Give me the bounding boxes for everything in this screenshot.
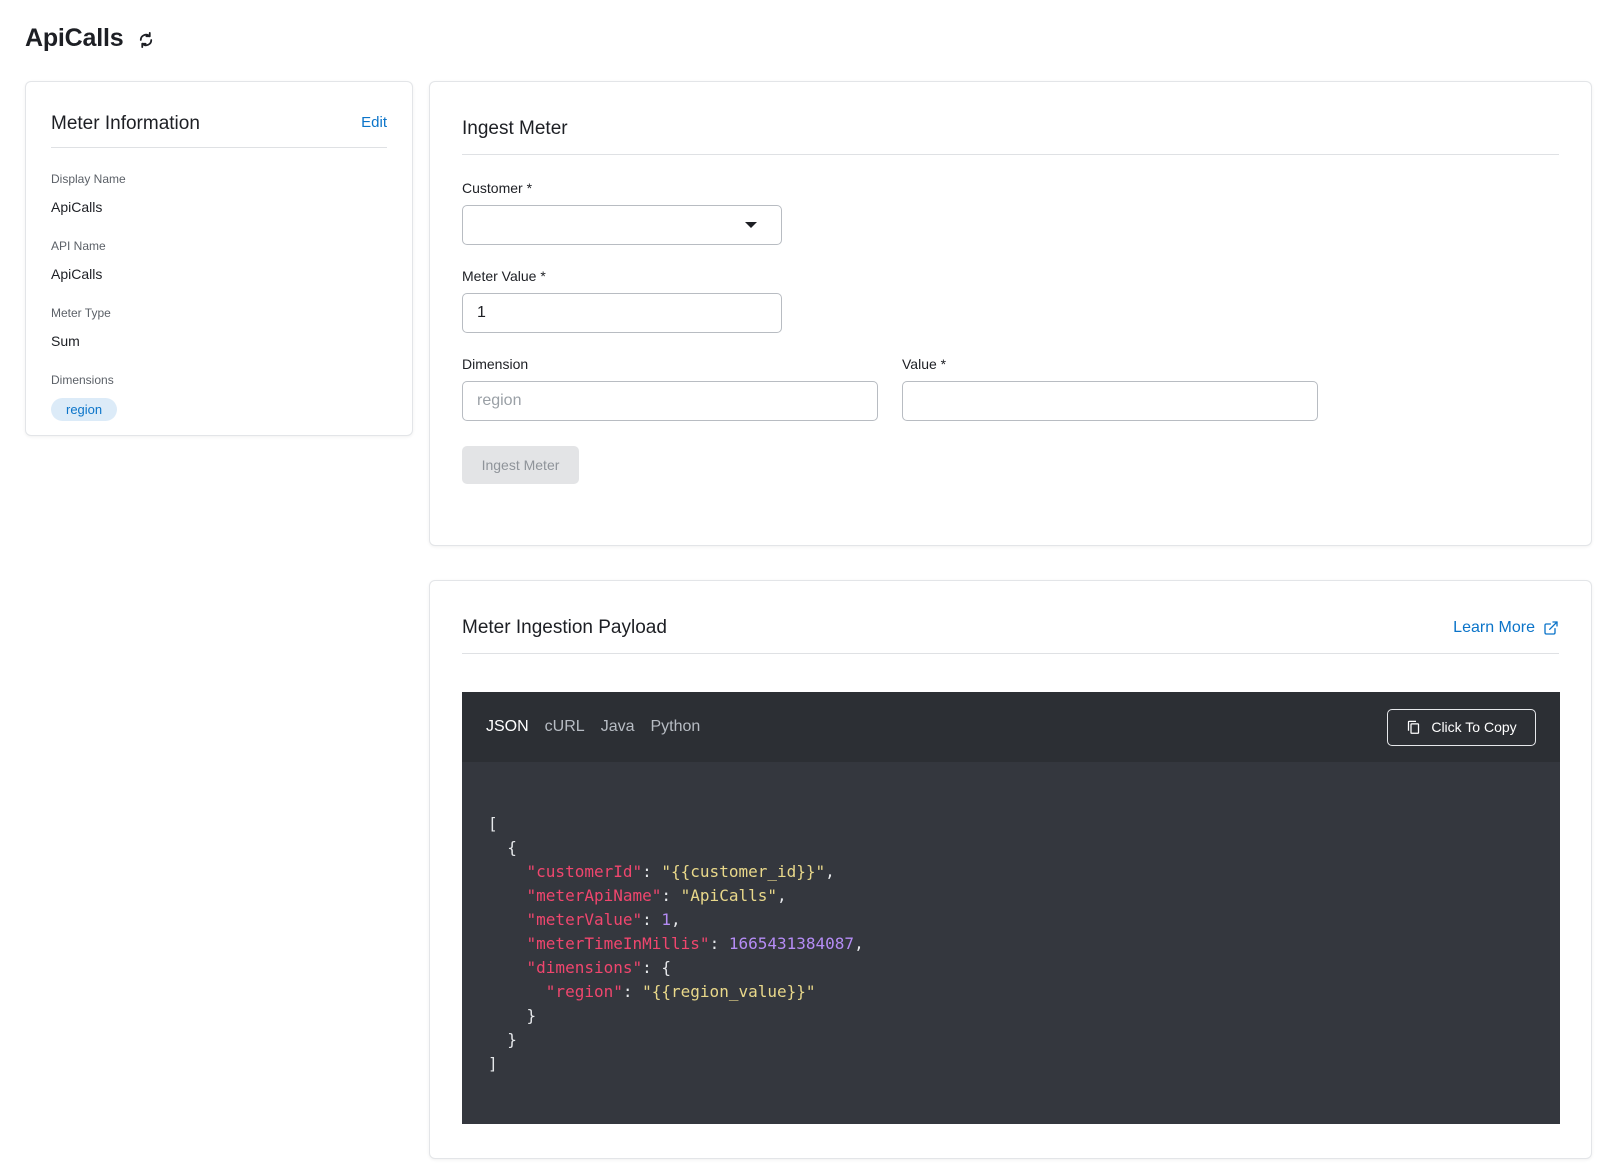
tab-python[interactable]: Python (650, 718, 700, 736)
code-val-meterapiname: "ApiCalls" (680, 886, 777, 905)
dimension-label: Dimension (462, 356, 529, 372)
code-val-metervalue: 1 (661, 910, 672, 929)
meter-value-form-group: Meter Value * 1 (462, 268, 782, 333)
display-name-label: Display Name (51, 172, 126, 186)
copy-icon (1408, 720, 1420, 734)
caret-down-icon (745, 222, 757, 228)
display-name-value: ApiCalls (51, 199, 103, 215)
dimensions-label: Dimensions (51, 373, 114, 387)
code-panel: JSON cURL Java Python Click To Copy [ { … (462, 692, 1560, 1124)
meter-value-label: Meter Value * (462, 268, 546, 284)
ingest-meter-button[interactable]: Ingest Meter (462, 446, 579, 484)
value-form-group: Value * (902, 356, 1318, 421)
api-name-field: API Name ApiCalls (51, 239, 387, 282)
customer-form-group: Customer * (462, 180, 782, 245)
meter-information-card: Meter Information Edit Display Name ApiC… (25, 81, 413, 436)
dimension-input-placeholder: region (477, 392, 522, 409)
meter-information-title: Meter Information (51, 113, 200, 134)
customer-select[interactable] (462, 205, 782, 245)
learn-more-label: Learn More (1453, 619, 1535, 636)
meter-ingestion-payload-card: Meter Ingestion Payload Learn More JSON … (429, 580, 1592, 1159)
meter-value-input-text: 1 (477, 304, 486, 321)
dimension-input[interactable]: region (462, 381, 878, 421)
api-name-value: ApiCalls (51, 266, 103, 282)
refresh-icon[interactable] (135, 29, 157, 51)
dimension-form-group: Dimension region (462, 356, 878, 421)
payload-title: Meter Ingestion Payload (462, 617, 667, 638)
code-val-region: "{{region_value}}" (642, 982, 816, 1001)
value-label: Value * (902, 356, 947, 372)
api-name-label: API Name (51, 239, 106, 253)
code-key-dimensions: "dimensions" (526, 958, 643, 977)
code-tabs: JSON cURL Java Python Click To Copy (462, 692, 1560, 762)
copy-button-label: Click To Copy (1431, 719, 1517, 735)
code-val-customerid: "{{customer_id}}" (661, 862, 826, 881)
code-key-metertime: "meterTimeInMillis" (526, 934, 710, 953)
code-key-metervalue: "meterValue" (526, 910, 643, 929)
meter-value-input[interactable]: 1 (462, 293, 782, 333)
meter-type-field: Meter Type Sum (51, 306, 387, 349)
customer-label: Customer * (462, 180, 533, 196)
display-name-field: Display Name ApiCalls (51, 172, 387, 215)
page-header: ApiCalls (25, 18, 157, 58)
tab-curl[interactable]: cURL (545, 718, 585, 736)
payload-header: Meter Ingestion Payload Learn More (462, 581, 1559, 654)
learn-more-link[interactable]: Learn More (1453, 619, 1559, 637)
meter-type-label: Meter Type (51, 306, 111, 320)
page-title: ApiCalls (25, 23, 124, 52)
code-block: [ { "customerId": "{{customer_id}}", "me… (488, 814, 864, 1073)
dimension-chip: region (51, 398, 118, 421)
tab-java[interactable]: Java (601, 718, 635, 736)
tab-json[interactable]: JSON (486, 718, 529, 736)
ingest-meter-header: Ingest Meter (462, 82, 1559, 155)
ingest-meter-title: Ingest Meter (462, 118, 568, 139)
edit-link[interactable]: Edit (361, 114, 387, 131)
ingest-meter-card: Ingest Meter Customer * Meter Value * 1 … (429, 81, 1592, 546)
meter-type-value: Sum (51, 333, 80, 349)
code-val-metertime: 1665431384087 (728, 934, 855, 953)
value-input[interactable] (902, 381, 1318, 421)
code-key-region: "region" (545, 982, 623, 1001)
copy-button[interactable]: Click To Copy (1387, 708, 1536, 746)
code-key-customerid: "customerId" (526, 862, 643, 881)
meter-information-header: Meter Information Edit (51, 82, 387, 148)
dimensions-field: Dimensions region (51, 373, 387, 421)
code-key-meterapiname: "meterApiName" (526, 886, 662, 905)
external-link-icon (1544, 621, 1558, 635)
